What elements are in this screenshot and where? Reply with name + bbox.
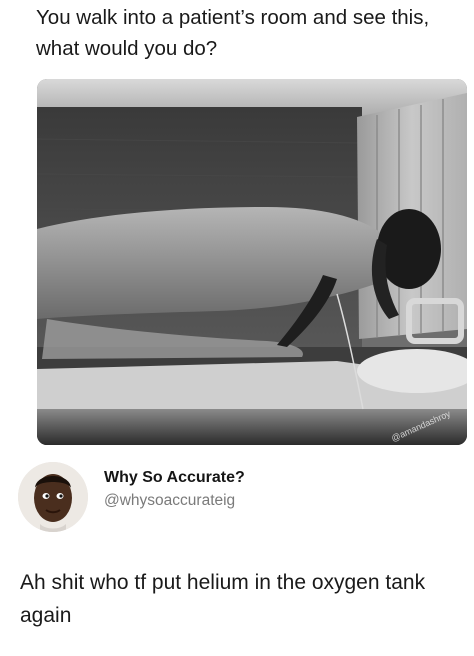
post-caption: You walk into a patient’s room and see t… (36, 6, 430, 60)
floating-patient-photo[interactable]: @amandashroy (37, 79, 467, 445)
user-handle[interactable]: @whysoaccurateig (104, 492, 245, 510)
avatar[interactable] (18, 462, 88, 532)
display-name[interactable]: Why So Accurate? (104, 469, 245, 487)
avatar-face-icon (18, 462, 88, 532)
photo-illustration (37, 79, 467, 445)
tweet-text: Ah shit who tf put helium in the oxygen … (20, 571, 426, 627)
tweet-header: Why So Accurate? @whysoaccurateig (18, 462, 464, 532)
